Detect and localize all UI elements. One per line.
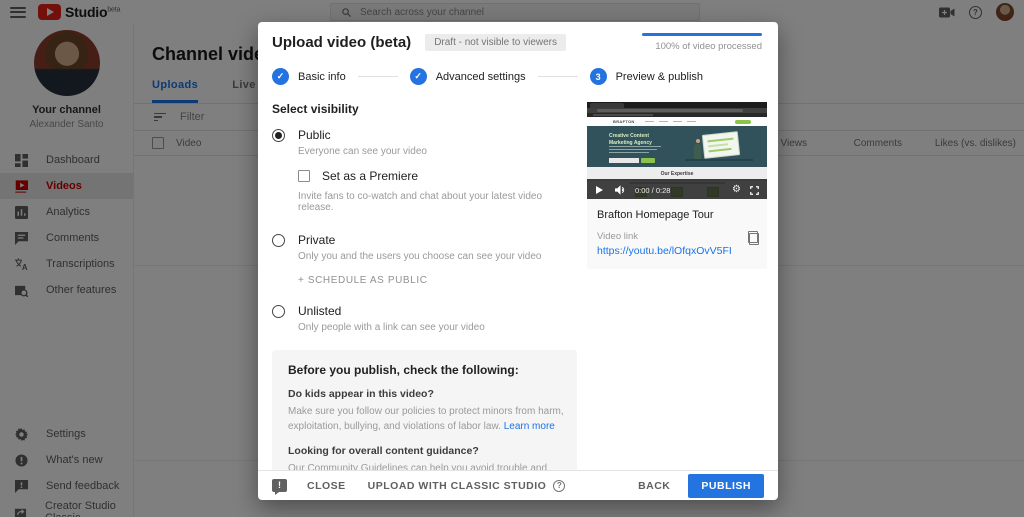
play-icon[interactable] [596,186,603,194]
player-settings-icon[interactable]: ⚙ [732,185,741,195]
upload-stepper: ✓ Basic info ✓ Advanced settings 3 Previ… [272,68,764,85]
dialog-header: Upload video (beta) Draft - not visible … [258,22,778,85]
visibility-option-unlisted[interactable]: Unlisted Only people with a link can see… [272,304,577,333]
video-player[interactable]: BRAFTON Creative ContentMarketing Agency [587,102,767,199]
site-cta-button [735,120,751,124]
player-time: 0:00 / 0:28 [635,186,670,195]
radio-private[interactable] [272,234,285,247]
feedback-icon[interactable] [272,479,287,492]
premiere-option[interactable]: Set as a Premiere [298,169,577,183]
video-link-label: Video link [597,231,757,242]
processing-status: 100% of video processed [642,33,762,52]
step-preview-publish[interactable]: 3 Preview & publish [590,68,703,85]
video-title: Brafton Homepage Tour [597,209,757,221]
visibility-heading: Select visibility [272,102,577,116]
publish-button[interactable]: PUBLISH [688,474,764,498]
video-link-url[interactable]: https://youtu.be/lOfqxOvV5FI [597,245,757,257]
visibility-option-public[interactable]: Public Everyone can see your video [272,128,577,157]
back-button[interactable]: BACK [638,480,670,492]
premiere-checkbox[interactable] [298,170,310,182]
dialog-footer: CLOSE UPLOAD WITH CLASSIC STUDIO ? BACK … [258,470,778,500]
volume-icon[interactable] [615,185,626,195]
dialog-body: Select visibility Public Everyone can se… [258,85,778,470]
learn-more-link[interactable]: Learn more [504,421,555,432]
upload-video-dialog: Upload video (beta) Draft - not visible … [258,22,778,500]
premiere-block: Set as a Premiere Invite fans to co-watc… [298,169,577,213]
step-number: 3 [590,68,607,85]
progress-bar [642,33,762,36]
site-navbar: BRAFTON [587,117,767,126]
visibility-option-private[interactable]: Private Only you and the users you choos… [272,233,577,262]
youtube-studio-screen: Studiobeta ? Your channel Alexander Sant… [0,0,1024,517]
step-connector [358,76,398,77]
step-check-icon: ✓ [272,68,289,85]
player-controls: 0:00 / 0:28 ⚙ [587,181,767,199]
step-connector [538,76,578,77]
visibility-section: Select visibility Public Everyone can se… [272,102,577,470]
step-advanced-settings[interactable]: ✓ Advanced settings [410,68,526,85]
schedule-as-public-link[interactable]: + SCHEDULE AS PUBLIC [298,275,577,286]
dialog-title: Upload video (beta) [272,34,411,51]
fullscreen-icon[interactable] [750,186,759,195]
close-button[interactable]: CLOSE [307,480,346,492]
site-hero: Creative ContentMarketing Agency [587,126,767,167]
radio-unlisted[interactable] [272,305,285,318]
video-info: Brafton Homepage Tour Video link https:/… [587,199,767,269]
progress-text: 100% of video processed [642,41,762,52]
help-icon[interactable]: ? [553,480,565,492]
pre-publish-checklist: Before you publish, check the following:… [272,350,577,470]
draft-status-badge: Draft - not visible to viewers [425,34,566,51]
step-basic-info[interactable]: ✓ Basic info [272,68,346,85]
copy-link-icon[interactable] [748,231,759,244]
upload-with-classic-studio-button[interactable]: UPLOAD WITH CLASSIC STUDIO ? [368,480,566,492]
step-check-icon: ✓ [410,68,427,85]
radio-public[interactable] [272,129,285,142]
video-preview-card: BRAFTON Creative ContentMarketing Agency [587,102,767,269]
